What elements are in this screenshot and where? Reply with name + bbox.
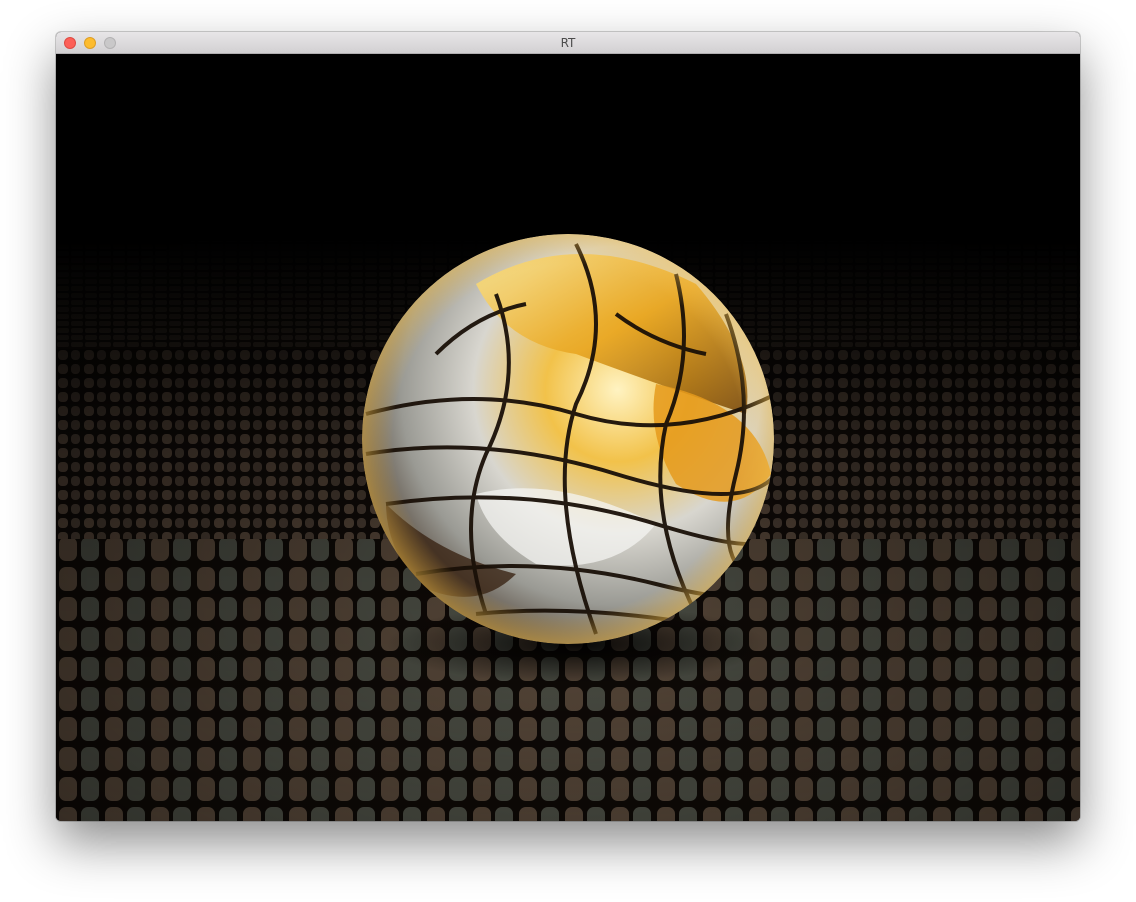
- app-window: RT: [56, 32, 1080, 821]
- title-bar[interactable]: RT: [56, 32, 1080, 54]
- glass-sphere: [362, 234, 774, 644]
- render-canvas: [56, 54, 1080, 821]
- window-title: RT: [560, 36, 576, 50]
- render-image: [56, 54, 1080, 821]
